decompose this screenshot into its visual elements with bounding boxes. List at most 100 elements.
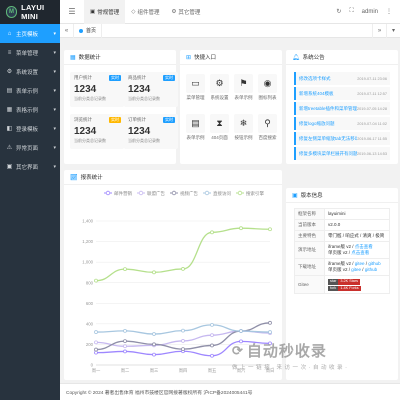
logo[interactable]: M LAYUI MINI [0, 0, 60, 24]
data-point[interactable] [210, 322, 214, 327]
notice-item[interactable]: 修复多模块菜单栏展开有问题 2019-06-13 14:53 [294, 147, 390, 160]
sidebar-item[interactable]: ▤ 表单示例 ▾ [0, 81, 60, 100]
download-iframe-gitee-link[interactable]: gitee [355, 261, 365, 266]
data-point[interactable] [94, 330, 98, 334]
quick-entry-header: ⊞ 快捷入口 [180, 50, 282, 65]
quick-entry-item[interactable]: ⚙ 系统设置 [209, 74, 230, 101]
data-point[interactable] [268, 227, 272, 232]
version-card-title: 版本信息 [300, 193, 323, 199]
demo-iframe-link[interactable]: 点击查看 [355, 244, 373, 249]
data-point[interactable] [94, 347, 98, 352]
data-point[interactable] [210, 230, 214, 235]
series-line [95, 227, 271, 282]
bell-icon: 🔔︎ [292, 54, 300, 61]
tab-scroll-left-icon[interactable]: « [60, 23, 74, 38]
header-tab[interactable]: ◇ 组件管理 [125, 0, 165, 24]
quick-entry-item[interactable]: ▤ 表单示例 [185, 114, 206, 141]
sidebar-toggle-icon[interactable]: ☰ [60, 0, 84, 24]
sidebar-item[interactable]: ▦ 表格示例 ▾ [0, 100, 60, 119]
demo-single-link[interactable]: 点击查看 [351, 250, 369, 255]
quick-entry-item[interactable]: ▭ 菜单管理 [185, 74, 206, 101]
sidebar-item[interactable]: ⚠ 异常页面 ▾ [0, 138, 60, 157]
logo-icon: M [6, 6, 18, 18]
data-point[interactable] [123, 344, 127, 349]
data-point[interactable] [268, 320, 272, 325]
badge-right: 3.2K Stars [338, 279, 361, 285]
notice-item[interactable]: 修复左侧菜单缩放tab无法移动 2019-06-17 11:55 [294, 132, 390, 145]
data-point[interactable] [210, 353, 214, 358]
data-point[interactable] [94, 278, 98, 283]
header-tab[interactable]: ⚙ 其它管理 [165, 0, 206, 24]
gitee-stars-badge[interactable]: star 3.2K Stars [328, 279, 361, 285]
header-tab[interactable]: ▣ 常规管理 [84, 0, 126, 24]
more-icon[interactable]: ⋮ [386, 8, 392, 15]
notice-item[interactable]: 新增系统404模板 2019-07-11 12:57 [294, 87, 390, 100]
quick-entry-item[interactable]: ⧗ 404页面 [209, 114, 230, 141]
gitee-forks-badge[interactable]: fork 1.4K Forks [328, 285, 361, 291]
data-point[interactable] [181, 267, 185, 271]
sidebar-item[interactable]: ≡ 菜单管理 ▾ [0, 43, 60, 62]
stat-badge: 实时 [109, 117, 121, 123]
legend-item[interactable]: 联盟广告 [137, 190, 165, 197]
data-point[interactable] [239, 339, 243, 344]
chevron-down-icon: ▾ [53, 163, 56, 170]
download-single-gitee-link[interactable]: gitee [351, 267, 361, 272]
data-point[interactable] [123, 339, 127, 344]
data-point[interactable] [181, 328, 185, 333]
tab-close-menu-icon[interactable]: ▾ [386, 23, 400, 38]
data-point[interactable] [181, 347, 185, 352]
tab-scroll-right-icon[interactable]: » [372, 23, 386, 38]
sidebar-item[interactable]: ⚙ 系统设置 ▾ [0, 62, 60, 81]
sidebar-item-label: 表格示例 [16, 107, 39, 114]
data-point[interactable] [94, 340, 98, 345]
notice-item[interactable]: 修复logo缩放问题 2019-07-04 11:02 [294, 117, 390, 130]
data-point[interactable] [181, 339, 185, 343]
legend-item[interactable]: 邮件营销 [104, 190, 132, 197]
link-icon: ⊞ [186, 54, 192, 61]
version-card-header: ▣ 版本信息 [286, 188, 398, 203]
x-tick-label: 周一 [92, 368, 101, 374]
download-iframe-github-link[interactable]: github [368, 261, 380, 266]
data-point[interactable] [268, 341, 272, 346]
tab-home[interactable]: 首页 [74, 23, 103, 38]
version-value: star 3.2K Stars fork 1.4K Forks [324, 275, 390, 294]
quick-entry-item[interactable]: ⚑ 表单示例 [233, 74, 254, 101]
data-point[interactable] [152, 342, 156, 347]
data-point[interactable] [239, 226, 243, 231]
data-point[interactable] [152, 332, 156, 336]
quick-entry-item[interactable]: ⚲ 百度搜索 [257, 114, 278, 141]
legend-item[interactable]: 搜索引擎 [236, 190, 264, 197]
data-point[interactable] [210, 333, 214, 338]
quick-entry-label: 菜单管理 [186, 95, 205, 100]
download-single-github-link[interactable]: github [365, 267, 377, 272]
legend-item[interactable]: 视频广告 [170, 190, 198, 197]
data-point[interactable] [268, 330, 272, 334]
sidebar-item[interactable]: ◧ 登录模板 ▾ [0, 119, 60, 138]
data-point[interactable] [123, 349, 127, 354]
header-tab-label: 常规管理 [97, 9, 120, 16]
notice-item[interactable]: 修改选项卡样式 2019-07-11 23:06 [294, 72, 390, 85]
version-key: 下载地址 [294, 258, 325, 277]
sidebar-item[interactable]: ▣ 其它界面 ▾ [0, 157, 60, 176]
quick-entry-item[interactable]: ◉ 图标列表 [257, 74, 278, 101]
data-point[interactable] [210, 343, 214, 348]
data-point[interactable] [239, 329, 243, 333]
data-point[interactable] [94, 350, 98, 355]
sidebar-item[interactable]: ⌂ 主页模板 ▾ [0, 24, 60, 43]
badge-left: fork [328, 285, 339, 291]
notice-item[interactable]: 新增treetable插件和菜单管理 2019-07-05 14:28 [294, 102, 390, 115]
version-value: iframe版 v2 / 点击查看 单页版 v2 / 点击查看 [324, 241, 390, 260]
data-point[interactable] [152, 352, 156, 357]
report-card-header: 📈︎ 报表统计 [64, 170, 282, 185]
x-tick-label: 周六 [237, 367, 246, 374]
legend-item[interactable]: 直接访问 [203, 190, 231, 197]
user-menu[interactable]: admin [362, 9, 378, 15]
data-point[interactable] [123, 267, 127, 272]
stat-sub: 当前分类总记录数 [74, 96, 106, 101]
notice-card-header: 🔔︎ 系统公告 [286, 50, 398, 65]
data-point[interactable] [123, 328, 127, 333]
refresh-icon[interactable]: ↻ [336, 8, 341, 15]
quick-entry-item[interactable]: ❄ 按钮示例 [233, 114, 254, 141]
data-point[interactable] [152, 270, 156, 275]
lock-icon[interactable]: ⛶ [349, 8, 353, 15]
